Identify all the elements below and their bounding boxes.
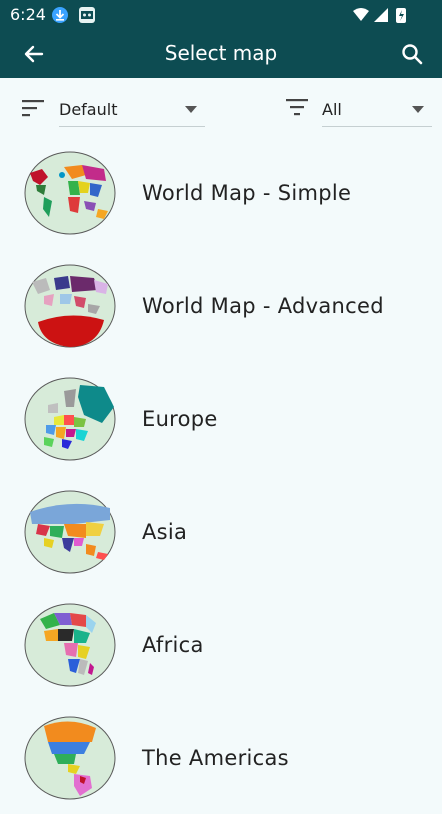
filter-dropdown[interactable]: All <box>322 92 432 127</box>
africa-map-thumbnail <box>24 603 116 687</box>
filter-icon <box>286 99 308 116</box>
map-title: Europe <box>142 407 218 431</box>
app-notification-icon <box>79 7 95 23</box>
americas-map-thumbnail <box>24 716 116 800</box>
sort-dropdown[interactable]: Default <box>59 92 205 127</box>
list-item-europe[interactable]: Europe <box>0 362 442 475</box>
map-title: Africa <box>142 633 204 657</box>
chevron-down-icon <box>185 106 197 113</box>
world-map-advanced-thumbnail <box>24 264 116 348</box>
list-item-asia[interactable]: Asia <box>0 475 442 588</box>
sort-icon <box>22 100 44 117</box>
page-title: Select map <box>164 41 278 65</box>
status-time: 6:24 <box>10 5 46 24</box>
map-title: Asia <box>142 520 188 544</box>
list-item-africa[interactable]: Africa <box>0 588 442 701</box>
app-bar: Select map <box>0 30 442 78</box>
status-bar: 6:24 <box>0 0 442 30</box>
sort-value: Default <box>59 100 118 119</box>
asia-map-thumbnail <box>24 490 116 574</box>
wifi-icon <box>353 8 369 21</box>
filter-value: All <box>322 100 342 119</box>
signal-icon <box>374 8 388 22</box>
search-icon[interactable] <box>400 42 424 66</box>
list-item-world-advanced[interactable]: World Map - Advanced <box>0 249 442 362</box>
map-title: The Americas <box>142 746 289 770</box>
map-title: World Map - Simple <box>142 181 352 205</box>
list-item-world-simple[interactable]: World Map - Simple <box>0 136 442 249</box>
status-icons <box>353 8 406 23</box>
chevron-down-icon <box>412 106 424 113</box>
europe-map-thumbnail <box>24 377 116 461</box>
world-map-simple-thumbnail <box>24 151 116 235</box>
download-notification-icon <box>52 7 68 23</box>
map-title: World Map - Advanced <box>142 294 384 318</box>
list-item-americas[interactable]: The Americas <box>0 701 442 814</box>
